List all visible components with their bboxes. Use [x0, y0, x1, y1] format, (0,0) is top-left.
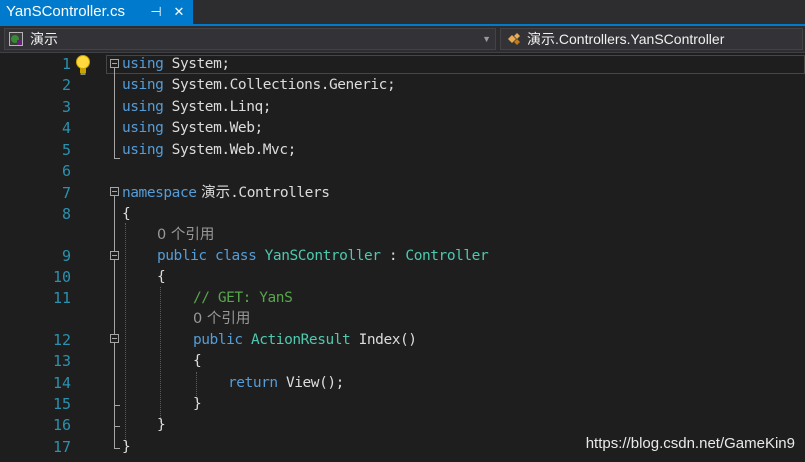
codelens-references[interactable]: 0 个引用: [157, 225, 214, 246]
line-number: 17: [52, 438, 71, 456]
line-number: 7: [61, 184, 71, 202]
code-text: }: [193, 396, 202, 412]
code-comment: // GET: YanS: [193, 290, 293, 306]
codelens-references[interactable]: 0 个引用: [193, 309, 250, 330]
code-line: 7 namespace 演示.Controllers: [0, 183, 805, 204]
member-name: 演示.Controllers.YanSController: [527, 31, 725, 47]
code-line: 16 }: [0, 415, 805, 436]
code-text: {: [157, 269, 166, 285]
code-line: 9 public class YanSController : Controll…: [0, 246, 805, 267]
line-number: 4: [61, 119, 71, 137]
code-text: namespace 演示.Controllers: [122, 185, 330, 201]
csharp-project-icon: [9, 32, 23, 46]
code-line: 10 {: [0, 267, 805, 288]
code-line: 1 using System;: [0, 54, 805, 75]
line-number: 9: [61, 247, 71, 265]
code-line: 2 using System.Collections.Generic;: [0, 75, 805, 96]
code-line: 5 using System.Web.Mvc;: [0, 140, 805, 161]
code-line: 3 using System.Linq;: [0, 97, 805, 118]
document-tab[interactable]: YanSController.cs ⊣ ✕: [0, 0, 193, 24]
project-name: 演示: [30, 31, 58, 47]
tab-filename: YanSController.cs: [6, 3, 125, 20]
member-dropdown[interactable]: 演示.Controllers.YanSController: [500, 28, 803, 50]
document-tab-strip: YanSController.cs ⊣ ✕: [0, 0, 805, 26]
line-number: 15: [52, 395, 71, 413]
code-text: public ActionResult Index(): [193, 332, 417, 348]
line-number: 2: [61, 76, 71, 94]
code-line: 4 using System.Web;: [0, 118, 805, 139]
line-number: 11: [52, 289, 71, 307]
line-number: 6: [61, 162, 71, 180]
code-text: using System;: [122, 56, 230, 72]
class-icon: [508, 33, 520, 45]
line-number: 1: [61, 55, 71, 73]
code-text: }: [157, 417, 166, 433]
line-number: 14: [52, 374, 71, 392]
code-text: using System.Web;: [122, 120, 263, 136]
code-text: {: [122, 206, 131, 222]
code-text: {: [193, 353, 202, 369]
code-line: 12 public ActionResult Index(): [0, 330, 805, 351]
code-line: 8 {: [0, 204, 805, 225]
close-icon[interactable]: ✕: [171, 0, 187, 24]
code-text: return View();: [228, 375, 344, 391]
watermark: https://blog.csdn.net/GameKin9: [585, 435, 795, 452]
code-editor[interactable]: 1 using System; 2 using System.Collectio…: [0, 53, 805, 462]
code-line: 15 }: [0, 394, 805, 415]
codelens-line: 0 个引用: [0, 225, 805, 246]
code-text: using System.Web.Mvc;: [122, 142, 296, 158]
navigation-bar: 演示 ▼ 演示.Controllers.YanSController: [0, 26, 805, 53]
line-number: 12: [52, 331, 71, 349]
line-number: 8: [61, 205, 71, 223]
codelens-line: 0 个引用: [0, 309, 805, 330]
code-line: 14 return View();: [0, 373, 805, 394]
code-line: 6: [0, 161, 805, 182]
line-number: 16: [52, 416, 71, 434]
code-text: using System.Linq;: [122, 99, 272, 115]
line-number: 5: [61, 141, 71, 159]
code-text: }: [122, 439, 131, 455]
code-text: public class YanSController : Controller: [157, 248, 489, 264]
line-number: 13: [52, 352, 71, 370]
chevron-down-icon: ▼: [482, 34, 491, 44]
code-text: using System.Collections.Generic;: [122, 77, 396, 93]
project-dropdown[interactable]: 演示 ▼: [4, 28, 496, 50]
pin-icon[interactable]: ⊣: [149, 0, 163, 24]
code-line: 11 // GET: YanS: [0, 288, 805, 309]
line-number: 3: [61, 98, 71, 116]
code-line: 13 {: [0, 351, 805, 372]
line-number: 10: [52, 268, 71, 286]
